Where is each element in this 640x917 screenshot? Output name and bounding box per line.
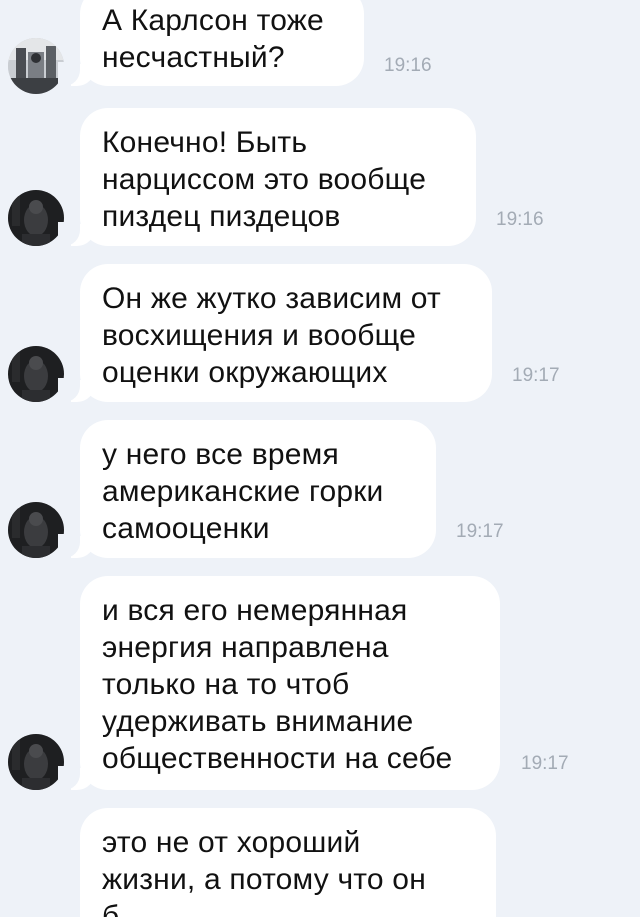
message-text-line: общественности на себе (102, 742, 453, 775)
message-timestamp: 19:17 (456, 521, 504, 542)
user-avatar[interactable] (8, 346, 64, 402)
message-text-line: самооценки (102, 512, 270, 545)
message-text-line: несчастный? (102, 41, 285, 74)
message-text-line: б (102, 900, 120, 917)
message-bubble[interactable]: Конечно! Быть нарциссом это вообще пизде… (58, 108, 476, 246)
message-text-line: Он же жутко зависим от (102, 282, 441, 315)
user-avatar-photo (8, 502, 64, 558)
message-bubble[interactable]: это не от хороший жизни, а потому что он… (80, 808, 496, 917)
user-avatar[interactable] (8, 502, 64, 558)
chat-history[interactable]: А Карлсон тоже несчастный? 19:16 Конечно… (0, 0, 640, 917)
message-text-line: и вся его немерянная (102, 594, 408, 627)
message-text-line: это не от хороший (102, 826, 361, 859)
message-text-line: у него все время (102, 438, 339, 471)
message-timestamp: 19:17 (512, 365, 560, 386)
user-avatar-photo (8, 734, 64, 790)
message-text-line: восхищения и вообще (102, 319, 417, 352)
message-text-line: только на то чтоб (102, 668, 350, 701)
message-bubble[interactable]: А Карлсон тоже несчастный? (58, 0, 364, 86)
message-timestamp: 19:17 (521, 753, 569, 774)
message-text-line: нарциссом это вообще (102, 163, 427, 196)
message-text-line: энергия направлена (102, 631, 389, 664)
message-text-line: жизни, а потому что он (102, 863, 426, 896)
user-avatar[interactable] (8, 734, 64, 790)
user-avatar-photo (8, 190, 64, 246)
contact-avatar[interactable] (8, 38, 64, 94)
message-text-line: удерживать внимание (102, 705, 414, 738)
message-text-line: оценки окружающих (102, 356, 388, 389)
user-avatar-photo (8, 346, 64, 402)
contact-avatar-photo (8, 38, 64, 94)
message-timestamp: 19:16 (496, 209, 544, 230)
user-avatar[interactable] (8, 190, 64, 246)
message-text-line: Конечно! Быть (102, 126, 308, 159)
message-timestamp: 19:16 (384, 55, 432, 76)
message-text-line: американские горки (102, 475, 384, 508)
message-text-line: А Карлсон тоже (102, 4, 324, 37)
message-bubble[interactable]: и вся его немерянная энергия направлена … (58, 576, 500, 790)
message-bubble[interactable]: у него все время американские горки само… (58, 420, 436, 558)
message-text-line: пиздец пиздецов (102, 200, 341, 233)
message-bubble[interactable]: Он же жутко зависим от восхищения и вооб… (58, 264, 492, 402)
